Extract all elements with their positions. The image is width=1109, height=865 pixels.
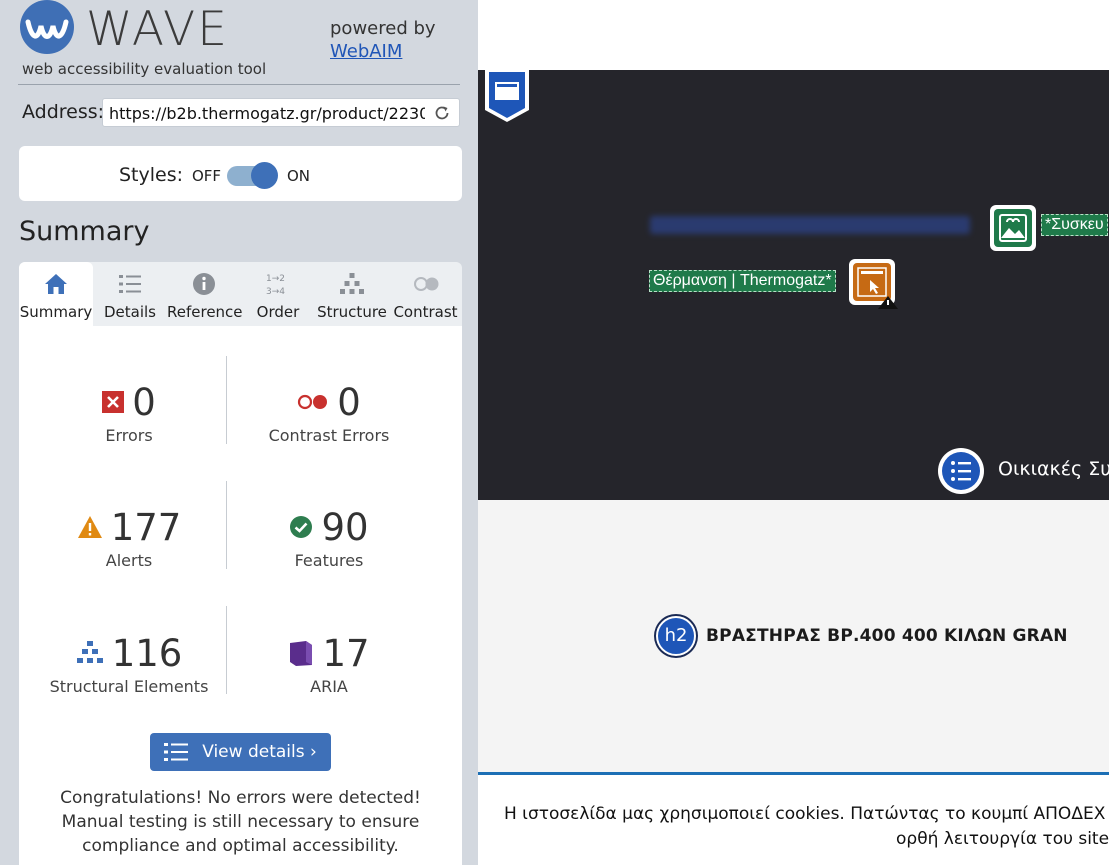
error-icon bbox=[102, 391, 125, 413]
structure-icon bbox=[340, 273, 364, 294]
tab-summary[interactable]: Summary bbox=[19, 262, 93, 326]
structural-label: Structural Elements bbox=[49, 677, 209, 696]
list-icon bbox=[119, 275, 141, 293]
order-icon: 1→2 3→4 bbox=[266, 274, 285, 297]
aria-count: 17 bbox=[322, 631, 370, 675]
styles-on-label: ON bbox=[287, 167, 311, 185]
alerts-stat[interactable]: 177 Alerts bbox=[29, 505, 229, 570]
tab-label: Contrast bbox=[393, 303, 458, 321]
address-label: Address: bbox=[22, 101, 105, 123]
wave-sidebar: WAVE web accessibility evaluation tool p… bbox=[0, 0, 478, 865]
contrast-error-icon bbox=[298, 394, 328, 410]
view-details-label: View details › bbox=[202, 742, 317, 762]
tab-structure[interactable]: Structure bbox=[315, 262, 389, 326]
styles-toggle[interactable] bbox=[227, 162, 278, 189]
wave-header: WAVE web accessibility evaluation tool p… bbox=[0, 0, 478, 86]
alert-icon bbox=[77, 516, 102, 538]
tab-label: Details bbox=[103, 303, 156, 321]
errors-stat[interactable]: 0 Errors bbox=[29, 380, 229, 445]
summary-heading: Summary bbox=[19, 216, 150, 247]
styles-off-label: OFF bbox=[192, 167, 222, 185]
errors-count: 0 bbox=[132, 380, 156, 424]
aria-icon bbox=[290, 641, 313, 666]
link-text-heating[interactable]: Θέρμανση | Thermogatz* bbox=[649, 270, 836, 292]
product-title: ΒΡΑΣΤΗΡΑΣ ΒΡ.400 400 ΚΙΛΩΝ GRAN bbox=[706, 626, 1068, 646]
tab-contrast[interactable]: Contrast bbox=[389, 262, 462, 326]
nav-household-text[interactable]: Οικιακές Συσ bbox=[998, 458, 1109, 480]
tab-label: Structure bbox=[317, 303, 387, 321]
tab-bar: Summary Details Reference 1→2 3→4 Order bbox=[19, 262, 462, 326]
styles-label: Styles: bbox=[119, 164, 184, 186]
tab-label: Summary bbox=[19, 303, 93, 321]
errors-label: Errors bbox=[105, 426, 153, 445]
view-details-button[interactable]: View details › bbox=[150, 733, 331, 771]
features-label: Features bbox=[294, 551, 364, 570]
list-icon bbox=[164, 743, 189, 761]
page-top-bar bbox=[478, 0, 1109, 70]
structural-stat[interactable]: 116 Structural Elements bbox=[29, 631, 229, 697]
header-divider bbox=[18, 84, 460, 85]
list-icon[interactable] bbox=[937, 447, 985, 495]
toggle-knob bbox=[251, 162, 278, 189]
aria-stat[interactable]: 17 ARIA bbox=[229, 631, 429, 696]
event-handler-alert-icon[interactable] bbox=[848, 258, 900, 310]
congrats-message: Congratulations! No errors were detected… bbox=[60, 788, 421, 856]
landmark-icon[interactable] bbox=[483, 70, 531, 124]
svg-text:3→4: 3→4 bbox=[266, 287, 285, 297]
blurred-breadcrumb bbox=[650, 216, 970, 234]
summary-panel: 0 Errors 0 Contrast Errors 177 Alerts 90… bbox=[19, 326, 462, 865]
contrast-errors-count: 0 bbox=[337, 380, 361, 424]
heading-h2-icon[interactable]: h2 bbox=[656, 616, 696, 656]
cookie-text-line2: ορθή λειτουργία του site bbox=[896, 829, 1109, 849]
wave-tagline: web accessibility evaluation tool bbox=[22, 60, 267, 78]
cookie-banner: Η ιστοσελίδα μας χρησιμοποιεί cookies. Π… bbox=[478, 775, 1109, 865]
tab-order[interactable]: 1→2 3→4 Order bbox=[241, 262, 315, 326]
page-header-dark: *Συσκευ Θέρμανση | Thermogatz* Οικιακές … bbox=[478, 70, 1109, 501]
feature-check-icon bbox=[290, 516, 313, 538]
structural-count: 116 bbox=[111, 631, 183, 675]
cookie-text-line1: Η ιστοσελίδα μας χρησιμοποιεί cookies. Π… bbox=[504, 804, 1106, 824]
reload-icon[interactable] bbox=[433, 104, 451, 122]
home-icon bbox=[45, 274, 67, 294]
structure-icon bbox=[76, 641, 103, 663]
styles-toggle-card: Styles: OFF ON bbox=[19, 146, 462, 201]
aria-label: ARIA bbox=[310, 677, 348, 696]
address-field bbox=[102, 98, 460, 127]
tab-label: Order bbox=[256, 303, 300, 321]
svg-text:1→2: 1→2 bbox=[266, 274, 285, 284]
tab-details[interactable]: Details bbox=[93, 262, 167, 326]
address-input[interactable] bbox=[109, 103, 425, 123]
contrast-icon bbox=[413, 277, 438, 291]
linked-image-icon[interactable] bbox=[989, 204, 1037, 252]
wave-logo-icon bbox=[20, 0, 74, 54]
alerts-label: Alerts bbox=[105, 551, 153, 570]
link-text-devices[interactable]: *Συσκευ bbox=[1041, 214, 1108, 236]
wave-logo-text: WAVE bbox=[86, 2, 229, 57]
contrast-errors-stat[interactable]: 0 Contrast Errors bbox=[229, 380, 429, 446]
alerts-count: 177 bbox=[110, 505, 182, 549]
contrast-errors-label: Contrast Errors bbox=[268, 426, 390, 445]
tab-label: Reference bbox=[167, 303, 243, 321]
features-stat[interactable]: 90 Features bbox=[229, 505, 429, 570]
webaim-link[interactable]: WebAIM bbox=[330, 41, 402, 62]
tab-reference[interactable]: Reference bbox=[167, 262, 243, 326]
product-heading-section: h2 ΒΡΑΣΤΗΡΑΣ ΒΡ.400 400 ΚΙΛΩΝ GRAN bbox=[478, 500, 1109, 772]
features-count: 90 bbox=[321, 505, 369, 549]
info-icon bbox=[193, 273, 215, 295]
powered-by-label: powered by bbox=[330, 18, 436, 39]
